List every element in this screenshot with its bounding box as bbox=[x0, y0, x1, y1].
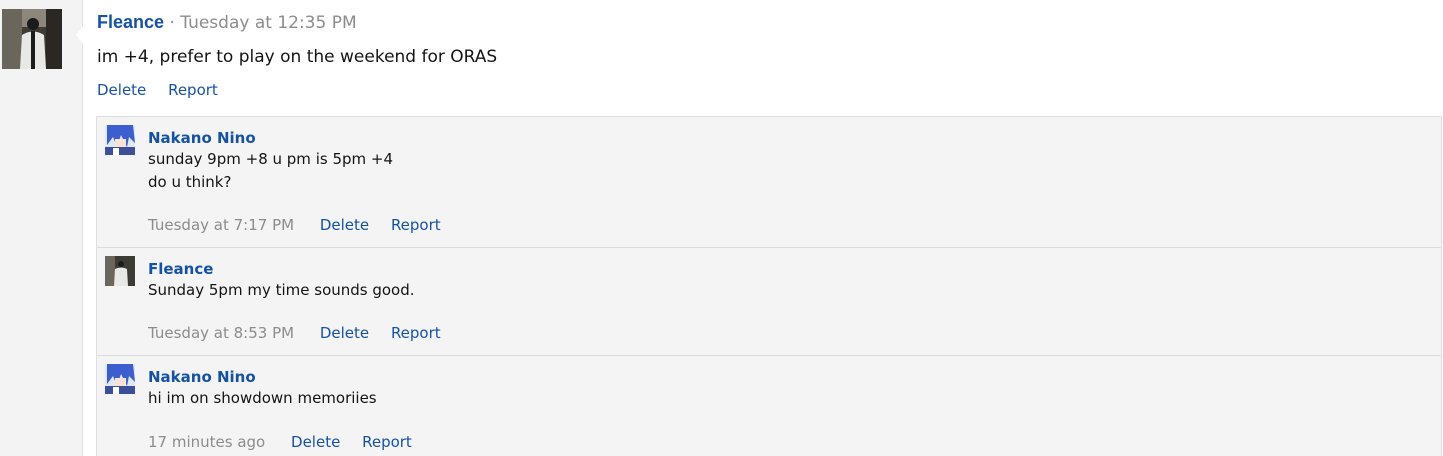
report-comment-link[interactable]: Report bbox=[391, 324, 441, 342]
comment-text-line: Sunday 5pm my time sounds good. bbox=[148, 281, 415, 299]
avatar[interactable] bbox=[105, 125, 135, 155]
comment-item: Nakano Nino hi im on showdown memoriies … bbox=[97, 356, 1441, 456]
comment-content: Nakano Nino hi im on showdown memoriies … bbox=[97, 356, 1441, 452]
delete-comment-link[interactable]: Delete bbox=[320, 324, 369, 342]
post-timestamp[interactable]: Tuesday at 12:35 PM bbox=[180, 13, 356, 33]
comment-actions: 17 minutes ago Delete Report bbox=[148, 432, 1441, 452]
comment-timestamp[interactable]: Tuesday at 7:17 PM bbox=[148, 216, 294, 234]
comment-text-line: sunday 9pm +8 u pm is 5pm +4 bbox=[148, 150, 393, 168]
separator-dot: · bbox=[169, 13, 175, 33]
comment-timestamp[interactable]: 17 minutes ago bbox=[148, 433, 265, 451]
comment-item: Fleance Sunday 5pm my time sounds good. … bbox=[97, 248, 1441, 356]
delete-post-link[interactable]: Delete bbox=[97, 81, 146, 99]
post-author-link[interactable]: Fleance bbox=[97, 12, 164, 32]
post-body: im +4, prefer to play on the weekend for… bbox=[97, 47, 498, 67]
report-post-link[interactable]: Report bbox=[168, 81, 218, 99]
comment-text-line: do u think? bbox=[148, 173, 232, 191]
comment-list: Nakano Nino sunday 9pm +8 u pm is 5pm +4… bbox=[96, 116, 1442, 456]
delete-comment-link[interactable]: Delete bbox=[291, 433, 340, 451]
comment-content: Fleance Sunday 5pm my time sounds good. … bbox=[97, 248, 1441, 343]
comment-actions: Tuesday at 8:53 PM Delete Report bbox=[148, 323, 1441, 343]
comment-author-link[interactable]: Nakano Nino bbox=[148, 128, 1441, 148]
comment-timestamp[interactable]: Tuesday at 8:53 PM bbox=[148, 324, 294, 342]
report-comment-link[interactable]: Report bbox=[391, 216, 441, 234]
comment-author-link[interactable]: Fleance bbox=[148, 259, 1441, 279]
avatar[interactable] bbox=[2, 9, 62, 69]
avatar[interactable] bbox=[105, 364, 135, 394]
comment-actions: Tuesday at 7:17 PM Delete Report bbox=[148, 215, 1441, 235]
post-actions: Delete Report bbox=[97, 80, 1443, 100]
avatar-pointer bbox=[76, 25, 84, 45]
comment-author-link[interactable]: Nakano Nino bbox=[148, 367, 1441, 387]
post-header: Fleance · Tuesday at 12:35 PM bbox=[97, 10, 1443, 34]
delete-comment-link[interactable]: Delete bbox=[320, 216, 369, 234]
report-comment-link[interactable]: Report bbox=[362, 433, 412, 451]
comment-item: Nakano Nino sunday 9pm +8 u pm is 5pm +4… bbox=[97, 117, 1441, 248]
left-rail bbox=[0, 0, 84, 456]
comment-content: Nakano Nino sunday 9pm +8 u pm is 5pm +4… bbox=[97, 117, 1441, 235]
comment-text-line: hi im on showdown memoriies bbox=[148, 389, 377, 407]
avatar[interactable] bbox=[105, 256, 135, 286]
profile-post: Fleance · Tuesday at 12:35 PM im +4, pre… bbox=[97, 10, 1443, 100]
